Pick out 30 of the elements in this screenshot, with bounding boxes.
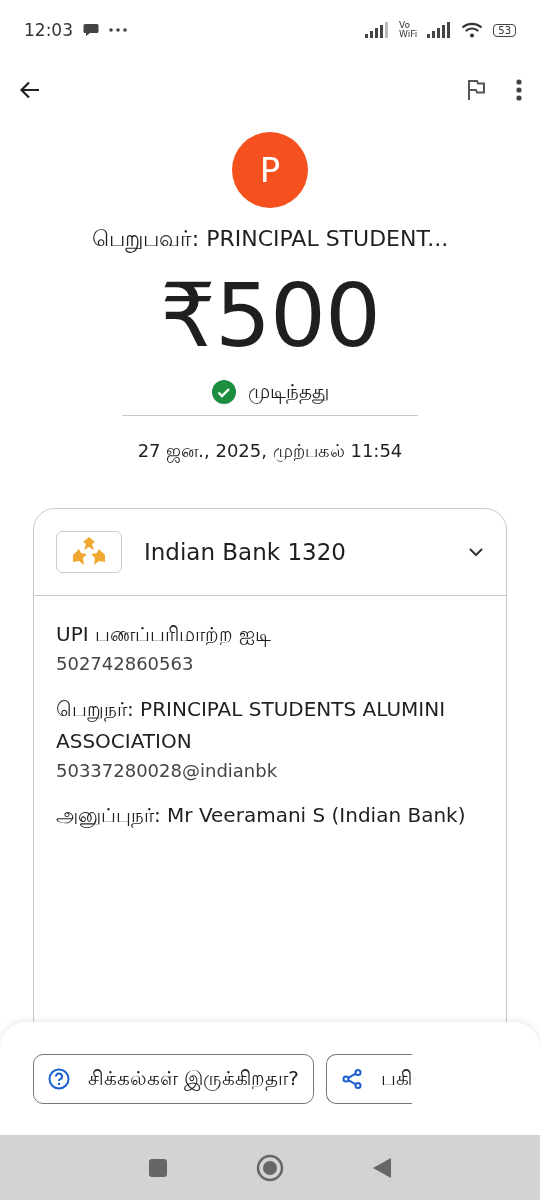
payment-status: முடிந்தது (247, 378, 329, 405)
clock-time: 12:03 (24, 20, 73, 40)
signal-icon (365, 22, 390, 38)
help-icon (48, 1067, 70, 1090)
wifi-icon (461, 22, 484, 38)
payee-name: பெறுபவர்: PRINCIPAL STUDENT... (91, 226, 449, 254)
bank-logo-icon (56, 530, 122, 573)
share-button[interactable]: பகி (326, 1053, 412, 1104)
chevron-icon[interactable] (468, 546, 484, 557)
more-options-icon[interactable] (516, 79, 522, 101)
detail-value: 502742860563 (56, 651, 195, 676)
home-icon[interactable] (256, 1153, 284, 1182)
payment-amount: ₹500 (160, 268, 380, 365)
flag-icon[interactable] (466, 79, 486, 101)
more-notifications-icon (109, 28, 127, 32)
help-button[interactable]: சிக்கல்கள் இருக்கிறதா? (33, 1053, 314, 1104)
detail-label: பெறுநர்: PRINCIPAL STUDENTS ALUMINI ASSOCIATION (56, 695, 447, 755)
payment-date: 27 ஜன., 2025, முற்பகல் 11:54 (137, 439, 403, 464)
payee-avatar: P (232, 132, 308, 208)
back-icon[interactable] (372, 1156, 392, 1179)
share-icon (341, 1067, 363, 1090)
detail-label: அனுப்புநர்: Mr Veeramani S (Indian Bank) (56, 802, 467, 830)
signal-icon (427, 22, 452, 38)
chat-notification-icon (83, 23, 99, 37)
battery-level: 53 (493, 23, 516, 37)
recents-icon[interactable] (148, 1157, 168, 1178)
detail-label: UPI பணப்பரிமாற்ற ஐடி (56, 620, 273, 649)
bank-account-name: Indian Bank 1320 (144, 538, 347, 565)
detail-value: 50337280028@indianbk (56, 758, 279, 783)
vowifi-label: Vo WiFi (399, 21, 418, 39)
